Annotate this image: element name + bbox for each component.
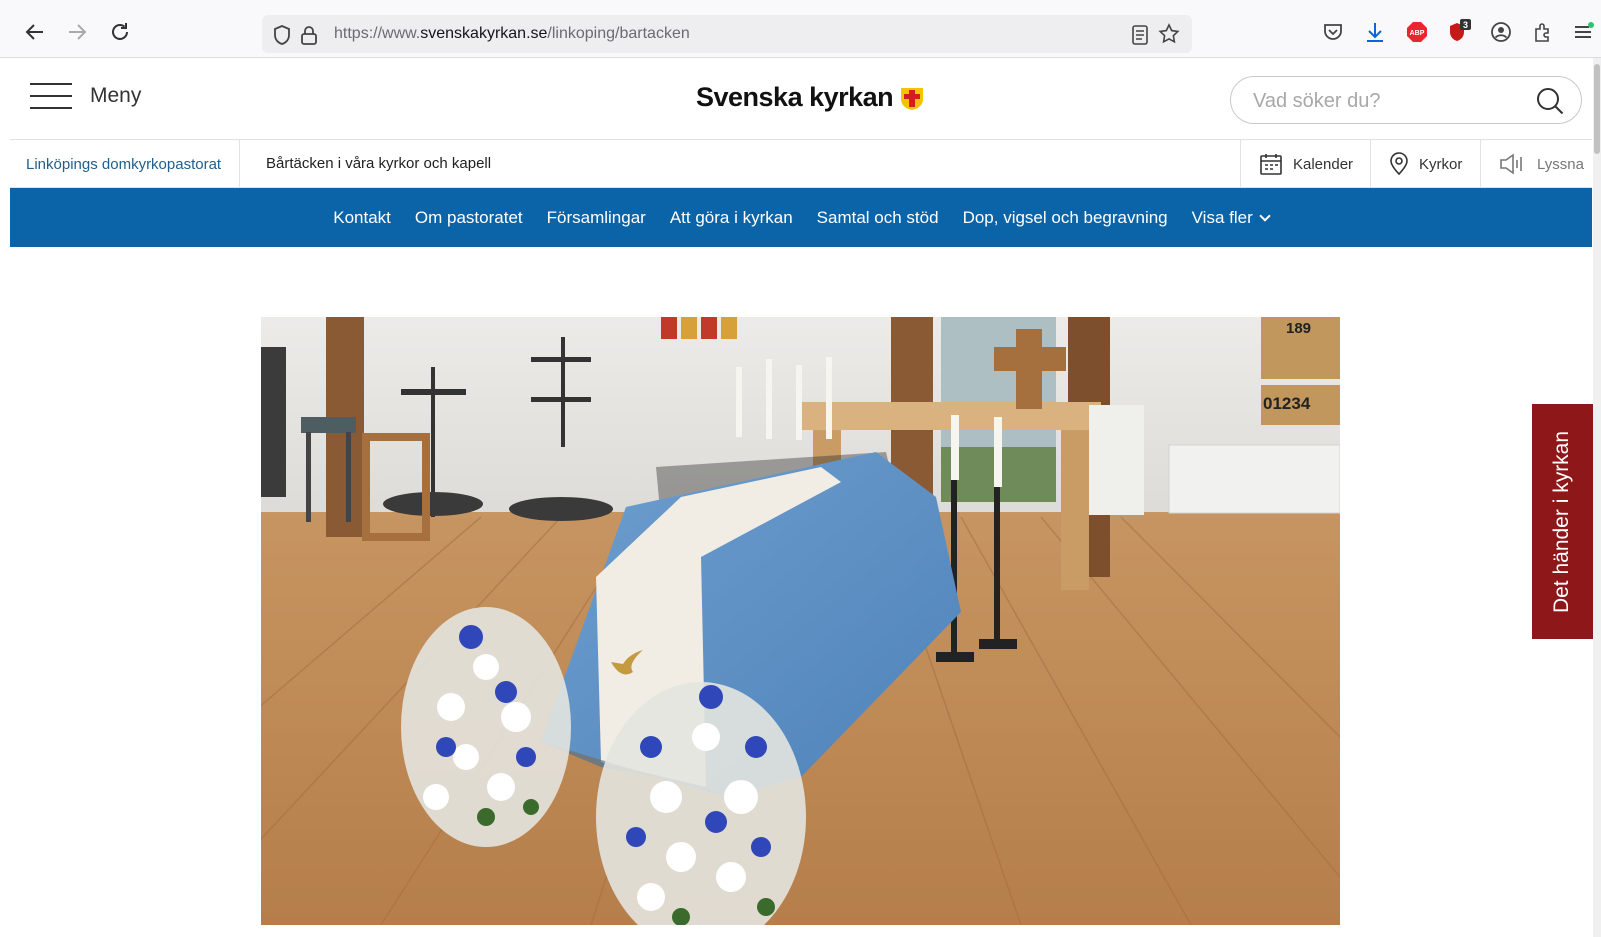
site-logo[interactable]: Svenska kyrkan [696,82,925,113]
search-icon[interactable] [1535,86,1565,116]
adblock-icon[interactable]: ABP [1404,19,1430,45]
lock-icon[interactable] [300,24,318,51]
back-icon[interactable] [22,19,48,45]
chevron-down-icon [1259,209,1271,222]
hero-image: 189 01234 [261,317,1340,925]
url-prefix: https://www. [334,25,421,42]
menu-label: Meny [90,84,142,107]
logo-text: Svenska kyrkan [696,82,894,112]
site-header: Meny Svenska kyrkan [10,58,1592,140]
search-box[interactable] [1230,76,1582,124]
cross-logo-icon [901,87,924,110]
download-icon[interactable] [1362,19,1388,45]
url-text[interactable]: https://www.svenskakyrkan.se/linkoping/b… [334,25,690,43]
page-breadcrumb: Bårtäcken i våra kyrkor och kapell [266,155,492,172]
url-domain: svenskakyrkan.se [420,25,548,42]
side-tab-label: Det händer i kyrkan [1550,430,1574,613]
scrollbar-thumb[interactable] [1594,64,1600,154]
bookmark-star-icon[interactable] [1158,23,1180,50]
address-bar[interactable]: https://www.svenskakyrkan.se/linkoping/b… [262,15,1192,53]
churches-link[interactable]: Kyrkor [1370,140,1480,188]
ublock-icon[interactable]: 3 [1446,19,1472,45]
calendar-label: Kalender [1293,155,1354,173]
sub-header: Linköpings domkyrkopastorat Bårtäcken i … [10,140,1592,188]
listen-button[interactable]: Lyssna [1480,140,1592,188]
nav-item-om-pastoratet[interactable]: Om pastoratet [415,208,523,228]
nav-item-forsamlingar[interactable]: Församlingar [547,208,646,228]
menu-button[interactable]: Meny [30,83,141,109]
forward-icon[interactable] [64,19,90,45]
ublock-badge: 3 [1463,20,1468,30]
search-input[interactable] [1253,87,1523,115]
adblock-label: ABP [1410,30,1425,37]
nav-item-visa-fler[interactable]: Visa fler [1191,207,1271,228]
pastorat-link[interactable]: Linköpings domkyrkopastorat [10,140,241,188]
reader-view-icon[interactable] [1130,24,1150,51]
calendar-icon [1260,154,1282,175]
location-pin-icon [1390,152,1408,176]
calendar-link[interactable]: Kalender [1240,140,1370,188]
visa-fler-label: Visa fler [1191,207,1253,227]
scrollbar-track[interactable] [1593,58,1601,937]
speaker-icon [1500,153,1522,175]
churches-label: Kyrkor [1419,155,1463,173]
nav-item-att-gora-i-kyrkan[interactable]: Att göra i kyrkan [670,208,793,228]
extensions-icon[interactable] [1530,19,1556,45]
account-icon[interactable] [1488,19,1514,45]
shield-icon[interactable] [272,24,292,51]
url-path: /linkoping/bartacken [547,25,690,42]
nav-item-kontakt[interactable]: Kontakt [333,208,391,228]
listen-label: Lyssna [1537,155,1584,173]
hamburger-icon [30,83,72,109]
reload-icon[interactable] [107,19,133,45]
app-menu-icon[interactable] [1570,19,1596,45]
pocket-icon[interactable] [1320,19,1346,45]
side-tab-events[interactable]: Det händer i kyrkan [1532,404,1593,639]
hymn-number: 189 [1286,320,1311,337]
hymn-board-digits: 01234 [1263,394,1311,413]
nav-item-dop-vigsel-begravning[interactable]: Dop, vigsel och begravning [963,208,1168,228]
browser-toolbar: https://www.svenskakyrkan.se/linkoping/b… [0,0,1601,58]
nav-item-samtal-och-stod[interactable]: Samtal och stöd [817,208,939,228]
main-navigation: Kontakt Om pastoratet Församlingar Att g… [10,188,1592,247]
